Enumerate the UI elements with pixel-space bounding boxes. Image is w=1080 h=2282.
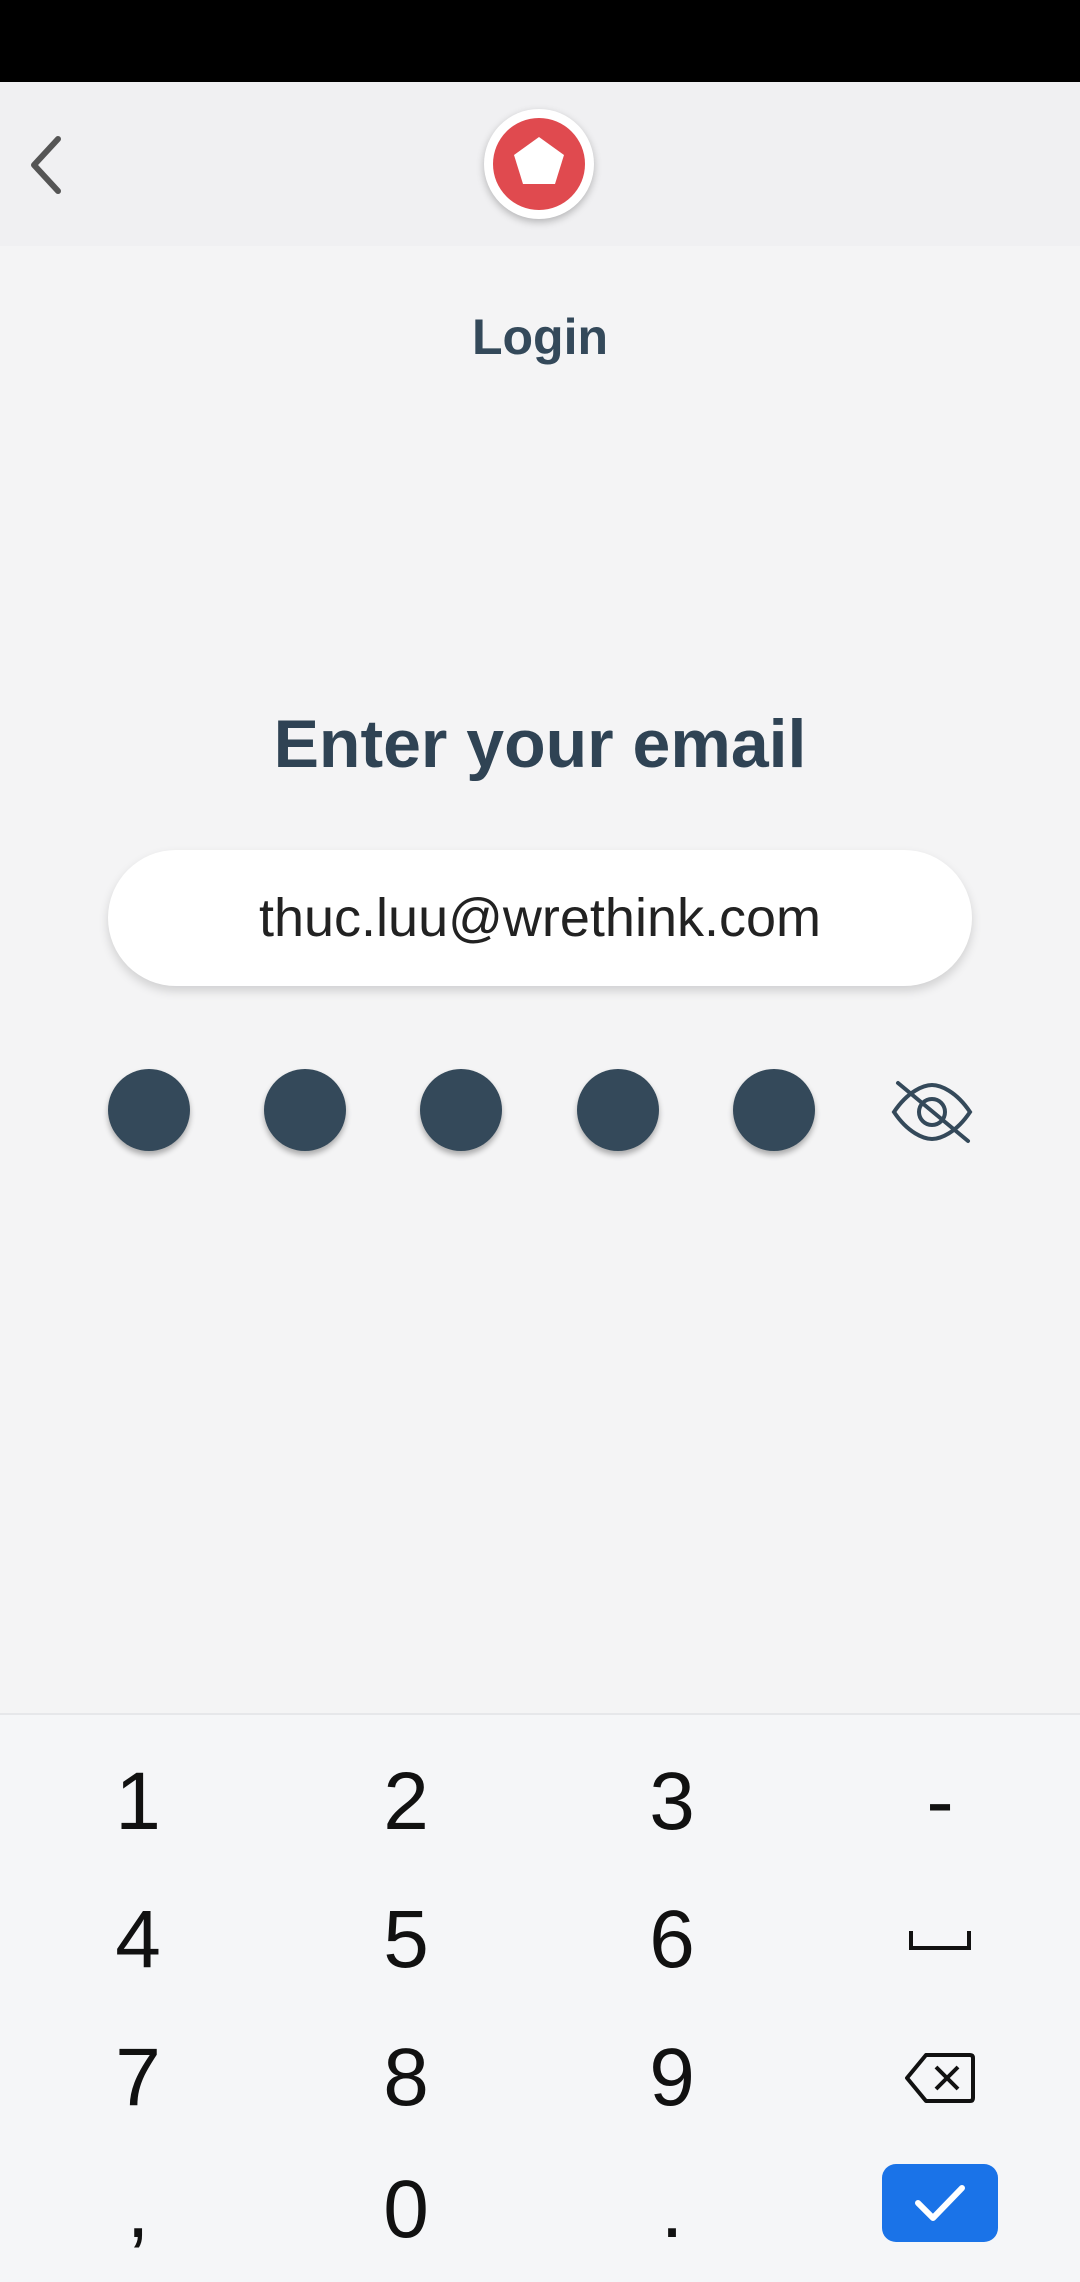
key-3[interactable]: 3 [572,1742,772,1862]
key-0[interactable]: 0 [306,2150,506,2270]
back-button[interactable] [14,120,78,210]
key-backspace[interactable] [840,2018,1040,2138]
key-7[interactable]: 7 [38,2018,238,2138]
pin-dot[interactable] [577,1069,659,1151]
pentagon-logo-icon [493,118,585,210]
page-title: Login [471,309,609,365]
key-8[interactable]: 8 [306,2018,506,2138]
status-bar [0,0,1080,82]
key-period[interactable]: . [572,2150,772,2270]
chevron-left-icon [31,136,61,194]
key-2[interactable]: 2 [306,1742,506,1862]
app-logo [484,109,594,219]
space-icon [909,1931,971,1950]
key-6[interactable]: 6 [572,1880,772,2000]
key-minus[interactable]: - [840,1742,1040,1862]
eye-off-icon [891,1081,973,1143]
key-5[interactable]: 5 [306,1880,506,2000]
email-value: thuc.luu@wrethink.com [258,888,822,948]
enter-button[interactable] [882,2164,998,2242]
toggle-visibility-button[interactable] [884,1072,980,1152]
pin-dot[interactable] [264,1069,346,1151]
key-space[interactable] [840,1880,1040,2000]
key-9[interactable]: 9 [572,2018,772,2138]
backspace-icon [905,2053,975,2103]
key-1[interactable]: 1 [38,1742,238,1862]
key-4[interactable]: 4 [38,1880,238,2000]
pin-dot[interactable] [420,1069,502,1151]
email-prompt: Enter your email [273,706,807,782]
pin-dot[interactable] [108,1069,190,1151]
checkmark-icon [915,2185,965,2221]
pin-dot[interactable] [733,1069,815,1151]
email-field[interactable]: thuc.luu@wrethink.com [108,850,972,986]
key-comma[interactable]: , [38,2150,238,2270]
